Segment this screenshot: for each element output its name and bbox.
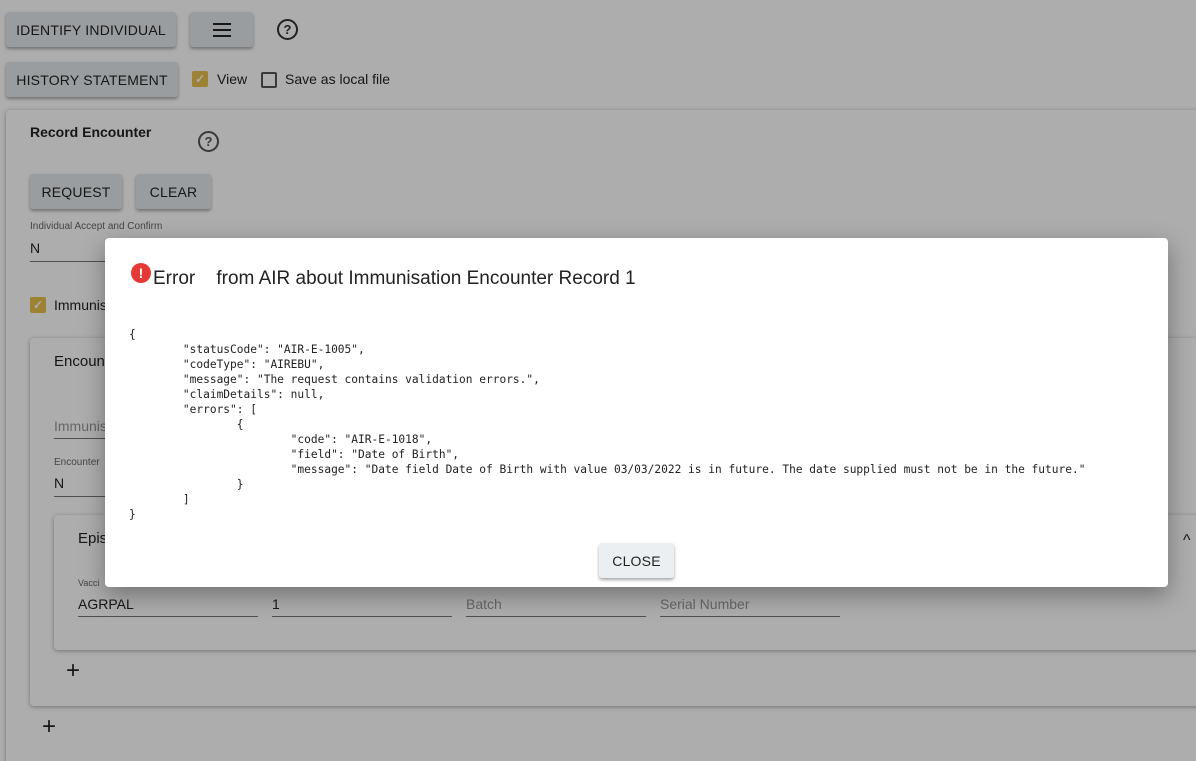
error-dialog: ! Error from AIR about Immunisation Enco… [105, 238, 1168, 587]
dialog-title-rest: from AIR about Immunisation Encounter Re… [216, 268, 636, 289]
dialog-title: Error from AIR about Immunisation Encoun… [153, 268, 636, 290]
error-icon: ! [131, 263, 151, 283]
error-json-body: { "statusCode": "AIR-E-1005", "codeType"… [129, 328, 1086, 521]
dialog-title-prefix: Error [153, 268, 196, 289]
close-button[interactable]: CLOSE [599, 543, 674, 578]
